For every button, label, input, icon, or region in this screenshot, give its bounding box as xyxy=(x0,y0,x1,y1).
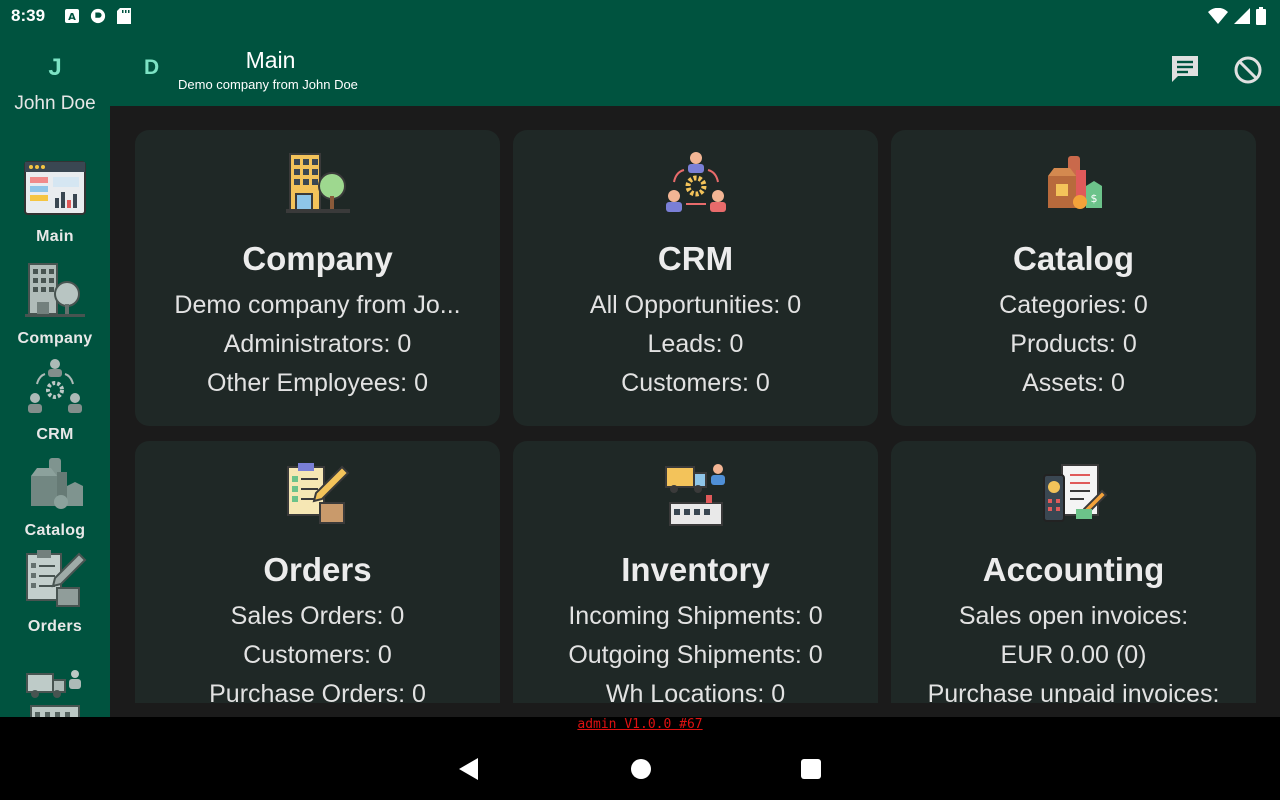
wifi-icon xyxy=(1208,7,1228,29)
card-line: Other Employees: 0 xyxy=(207,369,428,397)
block-icon xyxy=(1230,56,1266,92)
card-line: Customers: 0 xyxy=(621,369,770,397)
rail-item-catalog[interactable]: Catalog xyxy=(0,452,110,540)
card-line: Leads: 0 xyxy=(647,330,744,358)
rail-item-inventory[interactable] xyxy=(0,666,110,717)
rail-item-crm[interactable]: CRM xyxy=(0,356,110,444)
navigation-rail: J John Doe Main Company CRM Catalog Orde… xyxy=(0,34,110,717)
svg-text:A: A xyxy=(68,12,76,23)
card-line: Categories: 0 xyxy=(999,291,1148,319)
inventory-truck-icon xyxy=(662,461,730,529)
card-title: Catalog xyxy=(1012,240,1134,277)
card-line: Purchase unpaid invoices: xyxy=(927,680,1220,703)
rail-item-label: Main xyxy=(36,228,74,245)
block-button[interactable] xyxy=(1230,52,1266,88)
user-name[interactable]: John Doe xyxy=(0,90,110,117)
card-line: All Opportunities: 0 xyxy=(589,291,802,319)
rail-item-company[interactable]: Company xyxy=(0,260,110,348)
rail-item-orders[interactable]: Orders xyxy=(0,548,110,636)
card-title: CRM xyxy=(657,240,734,277)
inventory-truck-icon xyxy=(23,666,87,717)
rail-item-label: Orders xyxy=(27,618,83,635)
version-link[interactable]: admin V1.0.0 #67 xyxy=(0,717,1280,732)
back-icon[interactable] xyxy=(459,758,478,780)
chat-button[interactable] xyxy=(1168,52,1202,86)
rail-item-main[interactable]: Main xyxy=(0,158,110,246)
page-subtitle: Demo company from John Doe xyxy=(178,77,358,92)
people-network-icon xyxy=(23,356,87,420)
card-line: Incoming Shipments: 0 xyxy=(568,602,823,630)
card-title: Inventory xyxy=(621,551,770,588)
card-line: Administrators: 0 xyxy=(223,330,412,358)
recent-apps-icon[interactable] xyxy=(801,759,821,779)
rail-item-label: Company xyxy=(17,330,93,347)
battery-icon xyxy=(1256,7,1266,30)
card-line: EUR 0.00 (0) xyxy=(1000,641,1147,669)
signal-icon xyxy=(1234,8,1250,29)
card-line: Sales open invoices: xyxy=(958,602,1189,630)
card-inventory[interactable]: Inventory Incoming Shipments: 0 Outgoing… xyxy=(513,441,878,703)
app-notification-icon xyxy=(90,8,106,24)
rail-item-label: Catalog xyxy=(24,522,86,539)
card-line: Wh Locations: 0 xyxy=(605,680,786,703)
invoice-calculator-icon xyxy=(1040,461,1108,529)
top-app-bar: D Main Demo company from John Doe xyxy=(110,34,1280,106)
status-time: 8:39 xyxy=(11,6,46,25)
products-icon xyxy=(23,452,87,516)
card-catalog[interactable]: $ Catalog Categories: 0 Products: 0 Asse… xyxy=(891,130,1256,426)
notification-a-icon: A xyxy=(64,8,80,24)
order-checklist-icon xyxy=(284,461,352,529)
card-company[interactable]: Company Demo company from Jo... Administ… xyxy=(135,130,500,426)
building-icon xyxy=(284,150,352,218)
user-avatar-initial[interactable]: J xyxy=(0,54,110,82)
dashboard-grid: Company Demo company from Jo... Administ… xyxy=(110,106,1280,703)
people-network-icon xyxy=(662,150,730,218)
home-icon[interactable] xyxy=(631,759,651,779)
card-line: Demo company from Jo... xyxy=(174,291,461,319)
card-title: Accounting xyxy=(982,551,1165,588)
rail-item-label: CRM xyxy=(36,426,74,443)
card-line: Purchase Orders: 0 xyxy=(209,680,426,703)
products-icon: $ xyxy=(1040,150,1108,218)
building-icon xyxy=(23,260,87,324)
card-line: Sales Orders: 0 xyxy=(230,602,405,630)
chat-icon xyxy=(1168,56,1202,90)
svg-text:$: $ xyxy=(1090,192,1097,205)
status-bar: 8:39 A xyxy=(0,0,1280,34)
card-crm[interactable]: CRM All Opportunities: 0 Leads: 0 Custom… xyxy=(513,130,878,426)
card-title: Company xyxy=(242,240,393,277)
card-line: Products: 0 xyxy=(1010,330,1137,358)
page-title: Main xyxy=(245,47,296,73)
card-line: Assets: 0 xyxy=(1022,369,1125,397)
order-checklist-icon xyxy=(23,548,87,612)
dashboard-icon xyxy=(23,158,87,222)
card-line: Outgoing Shipments: 0 xyxy=(568,641,823,669)
card-orders[interactable]: Orders Sales Orders: 0 Customers: 0 Purc… xyxy=(135,441,500,703)
card-accounting[interactable]: Accounting Sales open invoices: EUR 0.00… xyxy=(891,441,1256,703)
sd-card-icon xyxy=(116,8,132,24)
card-line: Customers: 0 xyxy=(243,641,392,669)
card-title: Orders xyxy=(263,551,372,588)
